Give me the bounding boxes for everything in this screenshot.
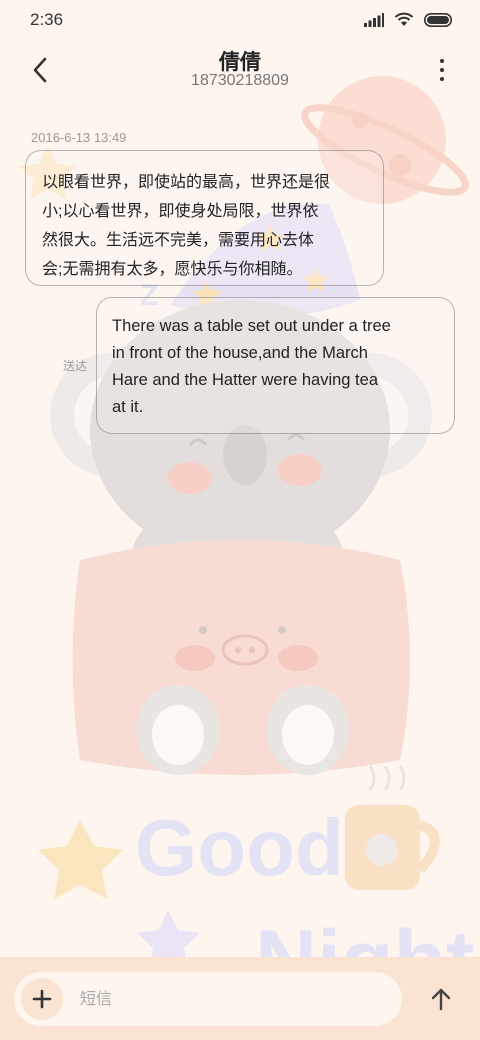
send-button[interactable] xyxy=(426,984,456,1014)
message-timestamp: 2016-6-13 13:49 xyxy=(31,130,127,145)
more-options-button[interactable] xyxy=(430,52,454,88)
message-line: Hare and the Hatter were having tea xyxy=(112,371,378,389)
contact-phone-number: 18730218809 xyxy=(191,72,289,89)
message-line: 会;无需拥有太多，愿快乐与你相随。 xyxy=(42,261,303,278)
mug-illustration xyxy=(345,765,440,890)
outgoing-message-bubble[interactable]: There was a table set out under a tree i… xyxy=(96,297,455,434)
add-attachment-button[interactable] xyxy=(21,978,63,1020)
compose-field-container xyxy=(14,972,402,1026)
svg-text:Good: Good xyxy=(135,803,344,892)
compose-bar xyxy=(0,957,480,1040)
arrow-up-icon xyxy=(431,988,451,1011)
star-decoration xyxy=(38,820,123,899)
signal-icon xyxy=(364,12,384,27)
status-time: 2:36 xyxy=(30,10,64,29)
message-line: There was a table set out under a tree xyxy=(112,317,391,335)
message-line: 以眼看世界，即使站的最高，世界还是很 xyxy=(42,174,331,191)
message-line: 然很大。生活远不完美，需要用心去体 xyxy=(42,232,315,249)
message-input[interactable] xyxy=(78,984,382,1016)
more-vertical-icon xyxy=(440,59,444,63)
message-line: 小;以心看世界，即使身处局限，世界依 xyxy=(42,203,319,220)
incoming-message-bubble[interactable]: 以眼看世界，即使站的最高，世界还是很 小;以心看世界，即使身处局限，世界依 然很… xyxy=(25,150,384,286)
status-icons xyxy=(364,12,454,27)
delivery-status: 送达 xyxy=(63,359,88,373)
message-text: 以眼看世界，即使站的最高，世界还是很 小;以心看世界，即使身处局限，世界依 然很… xyxy=(42,168,342,284)
plus-icon xyxy=(32,989,52,1009)
message-line: in front of the house,and the March xyxy=(112,344,368,362)
message-line: at it. xyxy=(112,398,144,416)
message-text: There was a table set out under a tree i… xyxy=(112,313,442,421)
conversation-header: 倩倩 18730218809 xyxy=(0,44,480,100)
status-bar: 2:36 xyxy=(0,0,480,44)
pillow-illustration xyxy=(72,540,410,775)
wifi-icon xyxy=(394,12,414,26)
battery-icon xyxy=(424,12,452,27)
